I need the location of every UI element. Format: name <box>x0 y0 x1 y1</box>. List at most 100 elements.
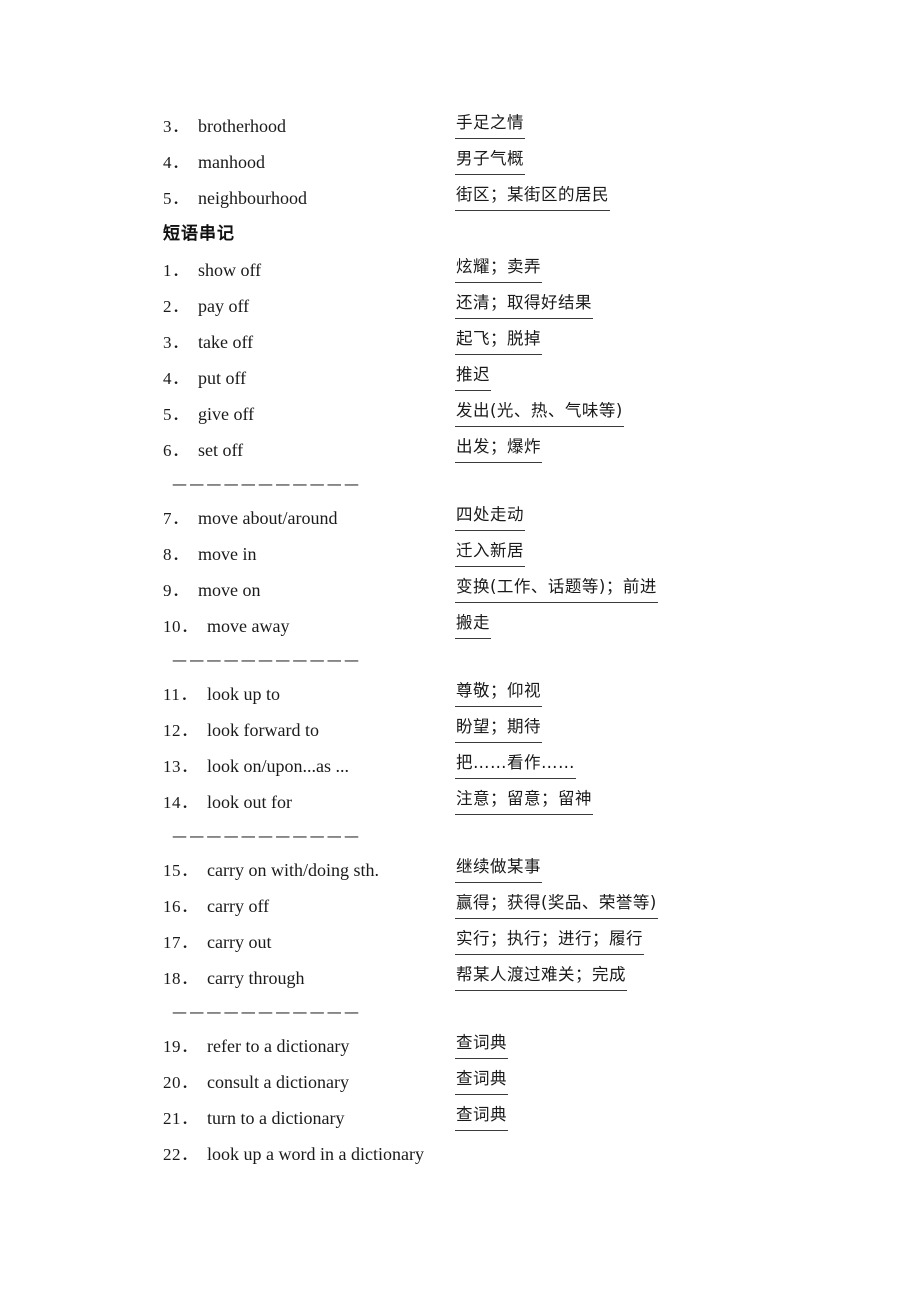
item-number: 13． <box>163 757 199 776</box>
item-number: 3． <box>163 117 190 136</box>
item-translation: 街区；某街区的居民 <box>455 180 610 211</box>
item-term: refer to a dictionary <box>207 1036 350 1056</box>
item-term: move away <box>207 616 290 636</box>
item-term: look up to <box>207 684 281 704</box>
item-term: carry on with/doing sth. <box>207 860 379 880</box>
list-item: 18． carry through 帮某人渡过难关；完成 <box>163 960 863 996</box>
list-item: 13． look on/upon...as ... 把……看作…… <box>163 748 863 784</box>
item-term: put off <box>198 368 247 388</box>
item-number: 3． <box>163 333 190 352</box>
item-translation: 继续做某事 <box>455 852 542 883</box>
item-translation: 查词典 <box>455 1100 508 1131</box>
list-item: 1． show off 炫耀；卖弄 <box>163 252 863 288</box>
item-term: take off <box>198 332 254 352</box>
list-item: 6． set off 出发；爆炸 <box>163 432 863 468</box>
item-number: 12． <box>163 721 199 740</box>
section-heading: 短语串记 <box>163 224 235 244</box>
item-term: look out for <box>207 792 292 812</box>
item-number: 4． <box>163 369 190 388</box>
item-term: carry through <box>207 968 305 988</box>
phrase-group-1: 1． show off 炫耀；卖弄 2． pay off 还清；取得好结果 3． ta… <box>163 252 863 468</box>
item-number: 19． <box>163 1037 199 1056</box>
list-item: 20． consult a dictionary 查词典 <box>163 1064 863 1100</box>
item-translation: 迁入新居 <box>455 536 525 567</box>
item-term: pay off <box>198 296 250 316</box>
item-number: 7． <box>163 509 190 528</box>
item-translation: 出发；爆炸 <box>455 432 542 463</box>
item-translation: 变换(工作、话题等)；前进 <box>455 572 658 603</box>
item-translation: 盼望；期待 <box>455 712 542 743</box>
item-translation: 查词典 <box>455 1028 508 1059</box>
item-number: 4． <box>163 153 190 172</box>
list-item: 5． give off 发出(光、热、气味等) <box>163 396 863 432</box>
phrase-group-5: 19． refer to a dictionary 查词典 20． consult … <box>163 1028 863 1172</box>
list-item: 4． put off 推迟 <box>163 360 863 396</box>
item-translation: 男子气概 <box>455 144 525 175</box>
list-item: 19． refer to a dictionary 查词典 <box>163 1028 863 1064</box>
list-item: 4． manhood 男子气概 <box>163 144 863 180</box>
item-translation: 搬走 <box>455 608 491 639</box>
item-number: 14． <box>163 793 199 812</box>
group-separator: ——————————— <box>172 827 362 845</box>
list-item: 3． brotherhood 手足之情 <box>163 108 863 144</box>
item-term: show off <box>198 260 262 280</box>
list-item: 22． look up a word in a dictionary <box>163 1136 863 1172</box>
item-number: 10． <box>163 617 199 636</box>
item-term: look up a word in a dictionary <box>207 1144 424 1164</box>
item-term: move about/around <box>198 508 338 528</box>
item-number: 1． <box>163 261 190 280</box>
phrase-group-4: 15． carry on with/doing sth. 继续做某事 16． car… <box>163 852 863 996</box>
list-item: 7． move about/around 四处走动 <box>163 500 863 536</box>
item-term: move on <box>198 580 261 600</box>
item-translation: 把……看作…… <box>455 748 576 779</box>
list-item: 8． move in 迁入新居 <box>163 536 863 572</box>
item-translation: 尊敬；仰视 <box>455 676 542 707</box>
item-term: consult a dictionary <box>207 1072 349 1092</box>
phrase-group-3: 11． look up to 尊敬；仰视 12． look forward to 盼… <box>163 676 863 820</box>
item-term: neighbourhood <box>198 188 307 208</box>
item-term: brotherhood <box>198 116 286 136</box>
list-item: 10． move away 搬走 <box>163 608 863 644</box>
item-number: 22． <box>163 1145 199 1164</box>
group-separator: ——————————— <box>172 1003 362 1021</box>
item-term: look on/upon...as ... <box>207 756 349 776</box>
item-term: manhood <box>198 152 265 172</box>
list-item: 12． look forward to 盼望；期待 <box>163 712 863 748</box>
item-term: set off <box>198 440 244 460</box>
item-translation: 查词典 <box>455 1064 508 1095</box>
item-number: 15． <box>163 861 199 880</box>
item-number: 6． <box>163 441 190 460</box>
item-number: 5． <box>163 189 190 208</box>
list-item: 11． look up to 尊敬；仰视 <box>163 676 863 712</box>
group-separator: ——————————— <box>172 475 362 493</box>
list-item: 17． carry out 实行；执行；进行；履行 <box>163 924 863 960</box>
item-term: look forward to <box>207 720 319 740</box>
item-translation: 起飞；脱掉 <box>455 324 542 355</box>
list-item: 9． move on 变换(工作、话题等)；前进 <box>163 572 863 608</box>
list-item: 5． neighbourhood 街区；某街区的居民 <box>163 180 863 216</box>
item-number: 18． <box>163 969 199 988</box>
item-term: give off <box>198 404 255 424</box>
item-number: 21． <box>163 1109 199 1128</box>
item-number: 16． <box>163 897 199 916</box>
phrase-group-2: 7． move about/around 四处走动 8． move in 迁入新居 … <box>163 500 863 644</box>
list-item: 21． turn to a dictionary 查词典 <box>163 1100 863 1136</box>
item-term: move in <box>198 544 257 564</box>
item-translation: 赢得；获得(奖品、荣誉等) <box>455 888 658 919</box>
item-translation: 四处走动 <box>455 500 525 531</box>
item-number: 11． <box>163 685 198 704</box>
list-item: 2． pay off 还清；取得好结果 <box>163 288 863 324</box>
document-page: 3． brotherhood 手足之情 4． manhood 男子气概 5． neig… <box>0 0 920 1302</box>
item-term: turn to a dictionary <box>207 1108 345 1128</box>
list-item: 15． carry on with/doing sth. 继续做某事 <box>163 852 863 888</box>
item-translation: 注意；留意；留神 <box>455 784 593 815</box>
item-term: carry out <box>207 932 272 952</box>
item-translation: 手足之情 <box>455 108 525 139</box>
item-translation: 还清；取得好结果 <box>455 288 593 319</box>
item-translation: 推迟 <box>455 360 491 391</box>
list-item: 16． carry off 赢得；获得(奖品、荣誉等) <box>163 888 863 924</box>
item-number: 5． <box>163 405 190 424</box>
group-separator: ——————————— <box>172 651 362 669</box>
item-translation: 炫耀；卖弄 <box>455 252 542 283</box>
item-translation: 发出(光、热、气味等) <box>455 396 624 427</box>
